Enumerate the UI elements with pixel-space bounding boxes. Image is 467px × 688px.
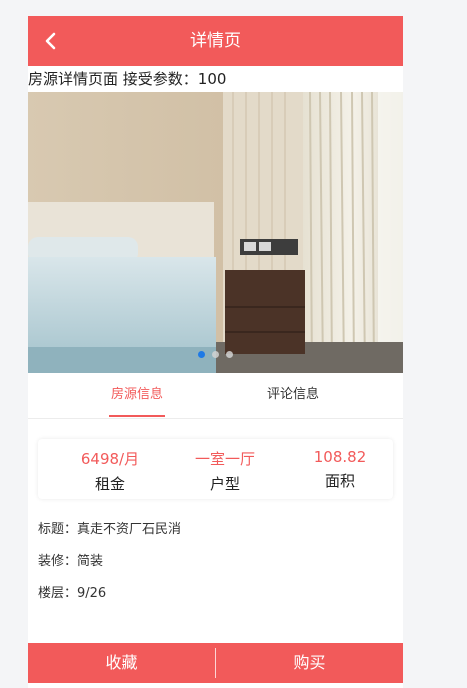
carousel-dots <box>28 351 403 358</box>
stat-rent: 6498/月 租金 <box>60 439 160 494</box>
carousel-dot[interactable] <box>212 351 219 358</box>
detail-page: 详情页 房源详情页面 接受参数：100 房源信息 评论信息 6498/月 租金 … <box>28 16 403 688</box>
stat-value: 6498/月 <box>80 450 140 468</box>
favorite-button[interactable]: 收藏 <box>28 643 215 683</box>
carousel-dot[interactable] <box>226 351 233 358</box>
detail-decoration: 装修：简装 <box>38 554 104 569</box>
stat-layout: 一室一厅 户型 <box>175 439 275 494</box>
house-stats-card: 6498/月 租金 一室一厅 户型 108.82 面积 <box>38 439 393 499</box>
stat-value: 一室一厅 <box>194 450 255 468</box>
stat-label: 户型 <box>209 475 240 493</box>
tab-active-indicator <box>109 415 165 417</box>
detail-floor: 楼层：9/26 <box>38 586 107 601</box>
bottom-action-bar: 收藏 购买 <box>28 643 403 683</box>
stat-value: 108.82 <box>313 448 367 466</box>
tab-comments[interactable]: 评论信息 <box>260 373 326 419</box>
image-carousel[interactable] <box>28 92 403 373</box>
page-title: 详情页 <box>190 31 241 51</box>
info-tabs: 房源信息 评论信息 <box>28 373 403 419</box>
carousel-dot[interactable] <box>198 351 205 358</box>
buy-button[interactable]: 购买 <box>216 643 403 683</box>
bedroom-photo <box>28 92 403 373</box>
tab-house-info[interactable]: 房源信息 <box>104 373 170 419</box>
detail-title: 标题：真走不资厂石民消 <box>38 522 182 537</box>
navbar: 详情页 <box>28 16 403 66</box>
param-text: 房源详情页面 接受参数：100 <box>28 70 227 88</box>
stat-area: 108.82 面积 <box>290 439 390 491</box>
stat-label: 租金 <box>94 475 125 493</box>
stat-label: 面积 <box>324 472 355 490</box>
